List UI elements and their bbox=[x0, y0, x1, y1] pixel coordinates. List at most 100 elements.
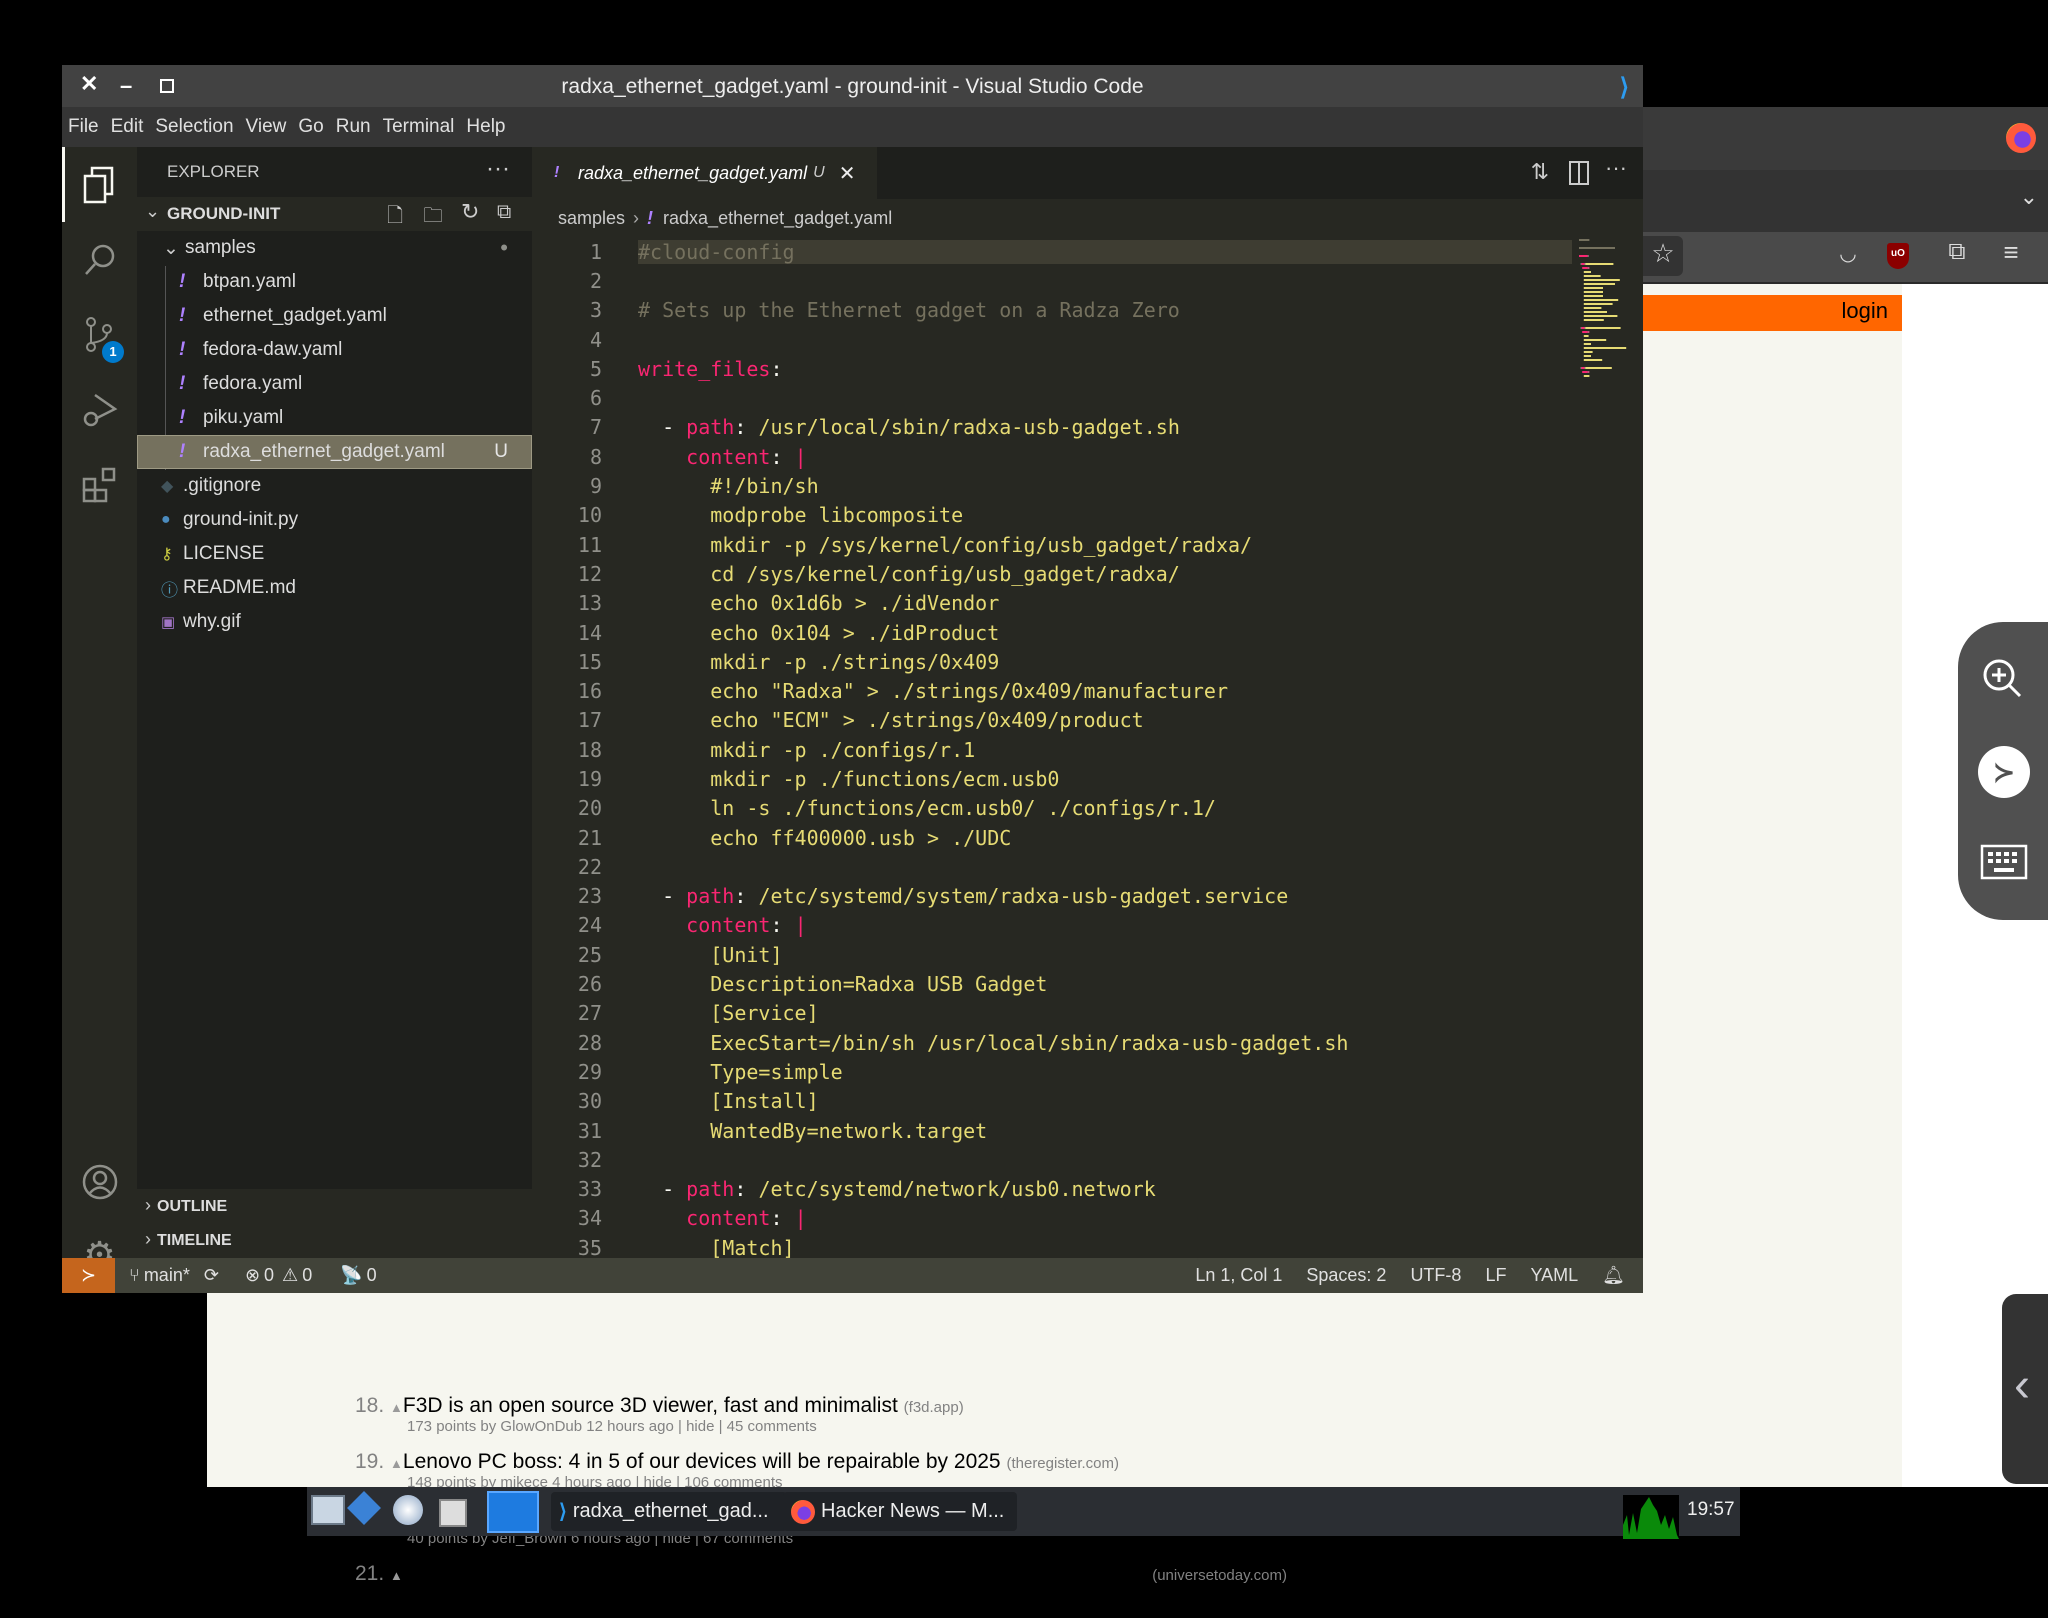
code-line[interactable]: 25 [Unit] bbox=[532, 940, 1572, 969]
story-domain[interactable]: (theregister.com) bbox=[1006, 1455, 1119, 1472]
tree-item-radxa-ethernet-gadget[interactable]: ! radxa_ethernet_gadget.yaml U bbox=[137, 435, 532, 469]
code-line[interactable]: 15 mkdir -p ./strings/0x409 bbox=[532, 647, 1572, 676]
code-line[interactable]: 16 echo "Radxa" > ./strings/0x409/manufa… bbox=[532, 676, 1572, 705]
upvote-icon[interactable]: ▲ bbox=[390, 1400, 403, 1415]
vscode-launcher-icon[interactable] bbox=[487, 1491, 539, 1533]
menu-file[interactable]: File bbox=[62, 107, 105, 147]
ports-count[interactable]: 0 bbox=[367, 1265, 377, 1286]
list-all-tabs-icon[interactable]: ⌄ bbox=[2020, 184, 2038, 210]
close-tab-icon[interactable]: ✕ bbox=[839, 161, 856, 186]
more-actions-icon[interactable]: ··· bbox=[1605, 155, 1627, 181]
breadcrumb-folder[interactable]: samples bbox=[558, 208, 625, 229]
code-line[interactable]: 5 write_files: bbox=[532, 354, 1572, 383]
code-line[interactable]: 21 echo ff400000.usb > ./UDC bbox=[532, 823, 1572, 852]
code-line[interactable]: 22 bbox=[532, 852, 1572, 881]
code-line[interactable]: 30 [Install] bbox=[532, 1087, 1572, 1116]
code-line[interactable]: 26 Description=Radxa USB Gadget bbox=[532, 969, 1572, 998]
story-domain[interactable]: (f3d.app) bbox=[904, 1399, 964, 1416]
tree-item-ethernet-gadget[interactable]: ! ethernet_gadget.yaml bbox=[137, 299, 532, 333]
notifications-bell-icon[interactable]: 🔔︎ bbox=[1602, 1265, 1625, 1286]
more-actions-icon[interactable]: ··· bbox=[486, 155, 510, 183]
side-drawer-handle[interactable]: ‹ bbox=[2002, 1294, 2048, 1484]
minimap[interactable] bbox=[1577, 237, 1637, 397]
source-control-icon[interactable]: 1 bbox=[62, 297, 137, 372]
tree-item-license[interactable]: ⚷ LICENSE bbox=[137, 537, 532, 571]
end-of-line[interactable]: LF bbox=[1485, 1265, 1506, 1286]
code-line[interactable]: 34 content: | bbox=[532, 1204, 1572, 1233]
code-line[interactable]: 9 #!/bin/sh bbox=[532, 471, 1572, 500]
outline-section[interactable]: › OUTLINE bbox=[145, 1195, 227, 1216]
cursor-position[interactable]: Ln 1, Col 1 bbox=[1195, 1265, 1282, 1286]
window-switcher-icon[interactable] bbox=[439, 1499, 467, 1527]
new-folder-icon[interactable]: 🗀 bbox=[423, 201, 443, 235]
code-line[interactable]: 7 - path: /usr/local/sbin/radxa-usb-gadg… bbox=[532, 413, 1572, 442]
code-line[interactable]: 18 mkdir -p ./configs/r.1 bbox=[532, 735, 1572, 764]
menu-go[interactable]: Go bbox=[292, 107, 329, 147]
code-editor[interactable]: 1 #cloud-config 2 3 # Sets up the Ethernet g… bbox=[532, 237, 1572, 1262]
keyboard-icon[interactable] bbox=[1980, 844, 2028, 885]
clock[interactable]: 19:57 bbox=[1687, 1499, 1735, 1521]
code-line[interactable]: 8 content: | bbox=[532, 442, 1572, 471]
split-editor-icon[interactable] bbox=[1569, 161, 1589, 185]
story-title[interactable]: Astronomers Watched a Star Disappear. No… bbox=[403, 1562, 1146, 1585]
login-link[interactable]: login bbox=[1842, 298, 1888, 324]
tree-item-fedora[interactable]: ! fedora.yaml bbox=[137, 367, 532, 401]
menu-help[interactable]: Help bbox=[460, 107, 511, 147]
code-line[interactable]: 19 mkdir -p ./functions/ecm.usb0 bbox=[532, 764, 1572, 793]
tree-item-btpan[interactable]: ! btpan.yaml bbox=[137, 265, 532, 299]
indentation[interactable]: Spaces: 2 bbox=[1306, 1265, 1386, 1286]
ublock-icon[interactable]: uO bbox=[1887, 243, 1909, 269]
code-line[interactable]: 24 content: | bbox=[532, 911, 1572, 940]
code-line[interactable]: 23 - path: /etc/systemd/system/radxa-usb… bbox=[532, 882, 1572, 911]
zoom-in-icon[interactable] bbox=[1980, 656, 2024, 705]
editor-tab[interactable]: ! radxa_ethernet_gadget.yaml U ✕ bbox=[532, 147, 877, 199]
remote-indicator[interactable]: ≻ bbox=[62, 1258, 115, 1293]
tree-item-piku[interactable]: ! piku.yaml bbox=[137, 401, 532, 435]
code-line[interactable]: 11 mkdir -p /sys/kernel/config/usb_gadge… bbox=[532, 530, 1572, 559]
code-line[interactable]: 4 bbox=[532, 325, 1572, 354]
code-line[interactable]: 20 ln -s ./functions/ecm.usb0/ ./configs… bbox=[532, 794, 1572, 823]
language-mode[interactable]: YAML bbox=[1530, 1265, 1578, 1286]
code-line[interactable]: 33 - path: /etc/systemd/network/usb0.net… bbox=[532, 1175, 1572, 1204]
pocket-icon[interactable]: ◡ bbox=[1830, 241, 1866, 266]
code-line[interactable]: 14 echo 0x104 > ./idProduct bbox=[532, 618, 1572, 647]
bookmark-star-icon[interactable]: ☆ bbox=[1645, 238, 1681, 269]
tree-item-readme[interactable]: ⓘ README.md bbox=[137, 571, 532, 605]
search-icon[interactable] bbox=[62, 222, 137, 297]
menu-run[interactable]: Run bbox=[330, 107, 377, 147]
hamburger-menu-icon[interactable]: ≡ bbox=[1993, 237, 2029, 268]
code-line[interactable]: 12 cd /sys/kernel/config/usb_gadget/radx… bbox=[532, 559, 1572, 588]
encoding[interactable]: UTF-8 bbox=[1410, 1265, 1461, 1286]
menu-terminal[interactable]: Terminal bbox=[377, 107, 461, 147]
taskbar-window-vscode[interactable]: ⟩ radxa_ethernet_gad... bbox=[551, 1492, 787, 1531]
web-browser-launcher-icon[interactable] bbox=[393, 1495, 423, 1525]
extensions-icon[interactable] bbox=[62, 447, 137, 522]
breadcrumb-file[interactable]: radxa_ethernet_gadget.yaml bbox=[663, 208, 892, 229]
app-menu-icon[interactable] bbox=[347, 1491, 381, 1525]
code-line[interactable]: 29 Type=simple bbox=[532, 1057, 1572, 1086]
code-line[interactable]: 6 bbox=[532, 383, 1572, 412]
timeline-section[interactable]: › TIMELINE bbox=[145, 1229, 232, 1250]
tree-folder-samples[interactable]: ⌄ samples • bbox=[137, 231, 532, 265]
remote-connection-icon[interactable]: ≻ bbox=[1978, 746, 2030, 798]
story-title[interactable]: F3D is an open source 3D viewer, fast an… bbox=[403, 1394, 898, 1417]
menu-view[interactable]: View bbox=[240, 107, 293, 147]
error-count[interactable]: 0 bbox=[264, 1265, 274, 1286]
sync-icon[interactable]: ⟳ bbox=[204, 1265, 219, 1286]
show-desktop-icon[interactable] bbox=[311, 1495, 345, 1525]
taskbar-window-firefox[interactable]: Hacker News — M... bbox=[783, 1492, 1017, 1531]
warning-count[interactable]: 0 bbox=[302, 1265, 312, 1286]
explorer-icon[interactable] bbox=[62, 147, 137, 222]
tree-item-gitignore[interactable]: ◆ .gitignore bbox=[137, 469, 532, 503]
code-line[interactable]: 31 WantedBy=network.target bbox=[532, 1116, 1572, 1145]
upvote-icon[interactable]: ▲ bbox=[390, 1456, 403, 1471]
code-line[interactable]: 10 modprobe libcomposite bbox=[532, 501, 1572, 530]
code-line[interactable]: 2 bbox=[532, 266, 1572, 295]
code-line[interactable]: 27 [Service] bbox=[532, 999, 1572, 1028]
refresh-icon[interactable]: ↻ bbox=[461, 199, 479, 225]
code-line[interactable]: 13 echo 0x1d6b > ./idVendor bbox=[532, 589, 1572, 618]
accounts-icon[interactable] bbox=[62, 1144, 137, 1219]
upvote-icon[interactable]: ▲ bbox=[390, 1568, 403, 1583]
tree-item-fedora-daw[interactable]: ! fedora-daw.yaml bbox=[137, 333, 532, 367]
extensions-icon[interactable]: ⧉ bbox=[1939, 238, 1975, 266]
